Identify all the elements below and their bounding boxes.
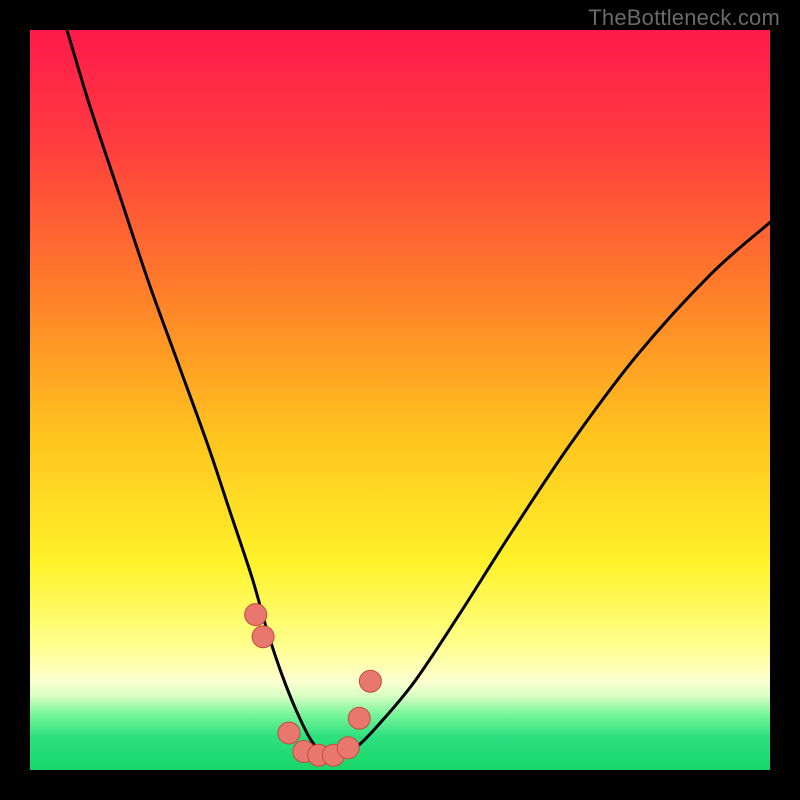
data-marker bbox=[245, 604, 267, 626]
data-marker bbox=[359, 670, 381, 692]
data-marker bbox=[337, 737, 359, 759]
watermark-text: TheBottleneck.com bbox=[588, 5, 780, 31]
data-marker bbox=[348, 707, 370, 729]
plot-area bbox=[30, 30, 770, 770]
data-marker bbox=[278, 722, 300, 744]
gradient-background bbox=[30, 30, 770, 770]
data-marker bbox=[252, 626, 274, 648]
bottleneck-chart bbox=[30, 30, 770, 770]
